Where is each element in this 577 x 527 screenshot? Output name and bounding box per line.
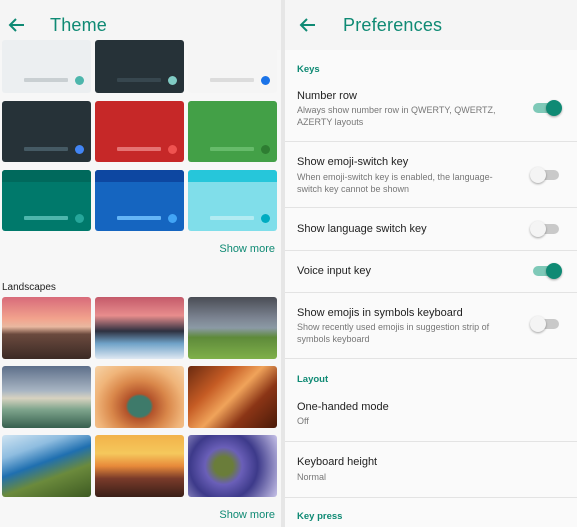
emoji-switch-setting[interactable]: Show emoji-switch key When emoji-switch … bbox=[285, 142, 577, 206]
divider bbox=[285, 358, 577, 359]
landscape-beach-sunset[interactable] bbox=[2, 297, 91, 359]
landscape-coastline[interactable] bbox=[2, 435, 91, 497]
setting-value: Off bbox=[297, 416, 309, 426]
back-arrow-icon[interactable] bbox=[299, 16, 317, 34]
landscape-lagoon[interactable] bbox=[2, 366, 91, 428]
tile-keybar bbox=[24, 78, 68, 82]
theme-tile-blue[interactable] bbox=[95, 170, 184, 231]
tile-dot bbox=[75, 214, 84, 223]
setting-summary: Always show number row in QWERTY, QWERTZ… bbox=[297, 105, 496, 127]
emojis-symbols-toggle[interactable] bbox=[530, 316, 559, 332]
toggle-knob bbox=[530, 167, 546, 183]
tile-top-strip bbox=[188, 170, 277, 182]
setting-title: One-handed mode bbox=[297, 401, 389, 413]
tile-dot bbox=[168, 76, 177, 85]
tile-keybar bbox=[117, 147, 161, 151]
theme-tile-white[interactable] bbox=[188, 40, 277, 93]
landscape-mossy-rocks[interactable] bbox=[188, 435, 277, 497]
number-row-toggle[interactable] bbox=[533, 100, 562, 116]
emoji-switch-toggle[interactable] bbox=[530, 167, 559, 183]
tile-keybar bbox=[117, 216, 161, 220]
tile-dot bbox=[261, 145, 270, 154]
theme-tile-light-gray[interactable] bbox=[2, 40, 91, 93]
page-title: Preferences bbox=[343, 14, 443, 35]
emojis-symbols-setting[interactable]: Show emojis in symbols keyboard Show rec… bbox=[285, 293, 577, 357]
tile-top-strip bbox=[95, 170, 184, 182]
theme-tile-teal[interactable] bbox=[2, 170, 91, 231]
setting-title: Number row bbox=[297, 90, 357, 102]
voice-input-setting[interactable]: Voice input key bbox=[285, 251, 577, 291]
landscape-frozen-trees[interactable] bbox=[95, 297, 184, 359]
setting-value: Normal bbox=[297, 472, 327, 482]
theme-tile-dark[interactable] bbox=[95, 40, 184, 93]
show-more-landscapes-link[interactable]: Show more bbox=[219, 509, 275, 521]
layout-section-header: Layout bbox=[297, 374, 329, 385]
keypress-section-header: Key press bbox=[297, 511, 343, 522]
toggle-knob bbox=[546, 100, 562, 116]
tile-keybar bbox=[210, 216, 254, 220]
tile-dot bbox=[168, 214, 177, 223]
tile-dot bbox=[75, 145, 84, 154]
setting-title: Show language switch key bbox=[297, 223, 427, 235]
preferences-app-bar: Preferences bbox=[285, 0, 577, 50]
tile-keybar bbox=[24, 216, 68, 220]
setting-summary: Show recently used emojis in suggestion … bbox=[297, 322, 490, 344]
landscape-sunrise-mountains[interactable] bbox=[95, 435, 184, 497]
landscape-green-hills[interactable] bbox=[188, 297, 277, 359]
language-switch-toggle[interactable] bbox=[530, 221, 559, 237]
tile-dot bbox=[75, 76, 84, 85]
theme-tile-cyan[interactable] bbox=[188, 170, 277, 231]
tile-keybar bbox=[24, 147, 68, 151]
toggle-knob bbox=[530, 221, 546, 237]
tile-keybar bbox=[210, 78, 254, 82]
page-title: Theme bbox=[50, 14, 108, 35]
setting-summary: When emoji-switch key is enabled, the la… bbox=[297, 172, 493, 194]
number-row-setting[interactable]: Number row Always show number row in QWE… bbox=[285, 80, 577, 138]
tile-keybar bbox=[117, 78, 161, 82]
setting-title: Show emoji-switch key bbox=[297, 156, 409, 168]
landscape-antelope-canyon[interactable] bbox=[188, 366, 277, 428]
preferences-panel: Preferences Keys Number row Always show … bbox=[285, 0, 577, 527]
theme-panel: Theme Show more Landscapes Show more bbox=[0, 0, 281, 527]
show-more-colors-link[interactable]: Show more bbox=[219, 243, 275, 255]
landscapes-section-label: Landscapes bbox=[2, 282, 56, 293]
keyboard-height-setting[interactable]: Keyboard height Normal bbox=[285, 442, 577, 492]
tile-dot bbox=[168, 145, 177, 154]
theme-tile-green[interactable] bbox=[188, 101, 277, 162]
tile-keybar bbox=[210, 147, 254, 151]
tile-dot bbox=[261, 76, 270, 85]
theme-tile-red[interactable] bbox=[95, 101, 184, 162]
setting-title: Keyboard height bbox=[297, 456, 378, 468]
language-switch-setting[interactable]: Show language switch key bbox=[285, 208, 577, 250]
setting-title: Voice input key bbox=[297, 265, 371, 277]
toggle-knob bbox=[546, 263, 562, 279]
setting-title: Show emojis in symbols keyboard bbox=[297, 307, 463, 319]
voice-input-toggle[interactable] bbox=[533, 263, 562, 279]
theme-tile-dark-blue-dot[interactable] bbox=[2, 101, 91, 162]
tile-top-strip bbox=[2, 170, 91, 182]
divider bbox=[285, 497, 577, 498]
landscape-horseshoe-bend[interactable] bbox=[95, 366, 184, 428]
one-handed-mode-setting[interactable]: One-handed mode Off bbox=[285, 390, 577, 440]
tile-dot bbox=[261, 214, 270, 223]
back-arrow-icon[interactable] bbox=[8, 16, 26, 34]
keys-section-header: Keys bbox=[297, 64, 320, 75]
toggle-knob bbox=[530, 316, 546, 332]
